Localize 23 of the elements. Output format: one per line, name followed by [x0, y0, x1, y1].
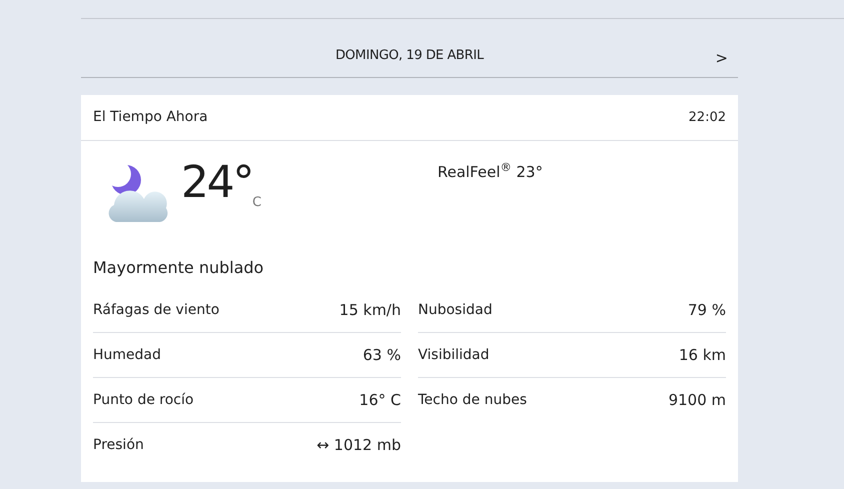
detail-value: ↔ 1012 mb: [316, 435, 401, 456]
card-title: El Tiempo Ahora: [93, 108, 208, 127]
detail-label: Techo de nubes: [418, 391, 527, 410]
temperature-value: 24°: [181, 161, 252, 205]
detail-label: Ráfagas de viento: [93, 300, 220, 320]
date-label: DOMINGO, 19 DE ABRIL: [335, 46, 484, 64]
detail-value: 16 km: [678, 344, 726, 366]
detail-label: Punto de rocío: [93, 390, 194, 410]
detail-label: Visibilidad: [418, 346, 490, 364]
detail-value: 9100 m: [668, 390, 726, 412]
detail-value: 16° C: [359, 390, 401, 411]
detail-label: Nubosidad: [418, 300, 492, 320]
unit-label: C: [252, 194, 262, 212]
time-label: 22:02: [688, 108, 726, 127]
detail-value: 63 %: [362, 344, 401, 366]
detail-value: 15 km/h: [339, 300, 401, 321]
condition-text: Mayormente nublado: [92, 257, 265, 279]
detail-value: 79 %: [688, 300, 726, 321]
detail-label: Humedad: [93, 346, 162, 364]
detail-label: Presión: [93, 436, 144, 455]
next-day-button[interactable]: >: [715, 51, 728, 66]
moon-cloud-icon: [107, 164, 169, 222]
realfeel-value: RealFeel$^{®}$ 23°: [437, 161, 543, 183]
